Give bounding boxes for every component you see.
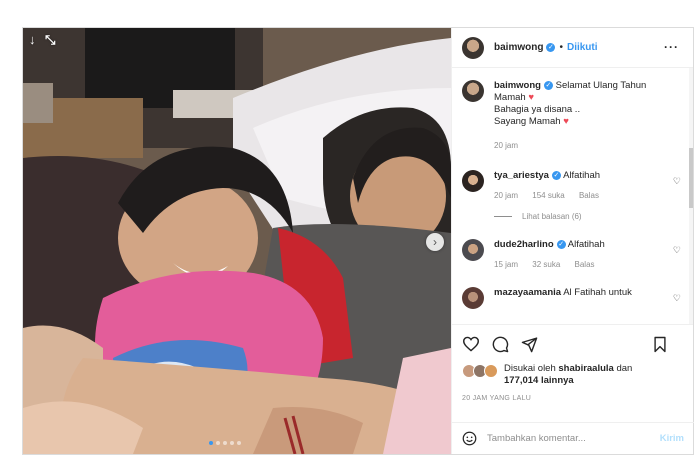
avatar[interactable] <box>462 80 484 102</box>
avatar[interactable] <box>462 170 484 192</box>
carousel-dot <box>223 441 227 445</box>
likes-prefix: Disukai oleh <box>504 363 556 374</box>
liker-username[interactable]: shabiraalula <box>558 363 613 374</box>
liker-avatars <box>462 364 498 378</box>
comment-item: dude2harlino ✓ Alfatihah 15 jam 32 suka B… <box>462 239 683 271</box>
divider <box>494 216 512 217</box>
verified-icon: ✓ <box>551 170 561 180</box>
post-photo[interactable]: ↓ ⤡ › <box>23 28 451 454</box>
carousel-dot <box>230 441 234 445</box>
likes-suffix[interactable]: lainnya <box>541 375 574 386</box>
comment-text: Alfatihah <box>567 239 605 250</box>
comment-likes[interactable]: 32 suka <box>532 260 560 269</box>
heart-icon[interactable] <box>462 336 480 352</box>
share-icon[interactable] <box>521 336 538 353</box>
post-comment-button[interactable]: Kirim <box>660 433 684 444</box>
view-replies-button[interactable]: Lihat balasan (6) <box>494 212 683 221</box>
post-header: baimwong ✓ • Diikuti ··· <box>452 28 693 68</box>
caption-username[interactable]: baimwong <box>494 80 541 91</box>
author-username[interactable]: baimwong <box>494 42 543 53</box>
carousel-indicator <box>209 441 241 445</box>
comment-heart-icon[interactable]: ♡ <box>673 245 681 256</box>
caption-time: 20 jam <box>494 141 519 150</box>
avatar[interactable] <box>462 287 484 309</box>
reply-button[interactable]: Balas <box>579 191 599 200</box>
comment-heart-icon[interactable]: ♡ <box>673 293 681 304</box>
comment-time: 20 jam <box>494 191 519 200</box>
avatar[interactable] <box>462 36 484 59</box>
comment-likes[interactable]: 154 suka <box>532 191 564 200</box>
bookmark-icon[interactable] <box>653 336 667 353</box>
comment-item: mazayaamania Al Fatihah untuk ♡ <box>462 287 683 309</box>
comment-text: Al Fatihah untuk <box>563 287 632 298</box>
comment-input[interactable]: Tambahkan komentar... <box>487 433 660 444</box>
post-side-panel: baimwong ✓ • Diikuti ··· baimwong ✓ Selam… <box>451 28 694 454</box>
likes-summary: Disukai oleh shabiraalula dan 177,014 la… <box>462 363 683 387</box>
avatar <box>484 364 498 378</box>
comment-time: 15 jam <box>494 260 519 269</box>
post-dialog: ↓ ⤡ › baimwong ✓ • Diikuti ··· baimwong … <box>22 27 694 455</box>
carousel-dot <box>237 441 241 445</box>
comment-heart-icon[interactable]: ♡ <box>673 176 681 187</box>
view-replies-label: Lihat balasan (6) <box>522 212 582 221</box>
next-arrow-icon[interactable]: › <box>426 233 444 251</box>
heart-emoji-icon: ♥ <box>563 116 569 127</box>
verified-icon: ✓ <box>556 239 566 249</box>
separator-dot: • <box>559 42 563 53</box>
verified-icon: ✓ <box>543 80 553 90</box>
collapse-icon[interactable]: ⤡ <box>45 32 55 48</box>
verified-icon: ✓ <box>546 43 556 52</box>
photo-illustration <box>23 28 451 454</box>
comment-icon[interactable] <box>492 336 509 353</box>
post-time[interactable]: 20 JAM YANG LALU <box>462 395 683 402</box>
scrollbar-thumb[interactable] <box>689 148 693 208</box>
carousel-dot <box>216 441 220 445</box>
more-icon[interactable]: ··· <box>664 40 679 54</box>
emoji-icon[interactable] <box>462 431 477 446</box>
heart-emoji-icon: ♥ <box>528 92 534 103</box>
likes-connector: dan <box>616 363 633 374</box>
download-icon[interactable]: ↓ <box>29 32 36 47</box>
comments-list[interactable]: baimwong ✓ Selamat Ulang Tahun Mamah ♥ Ba… <box>452 68 693 324</box>
comment-username[interactable]: dude2harlino <box>494 239 554 250</box>
add-comment-bar: Tambahkan komentar... Kirim <box>452 422 694 454</box>
post-actions: Disukai oleh shabiraalula dan 177,014 la… <box>452 324 693 422</box>
comment-username[interactable]: mazayaamania <box>494 287 561 298</box>
caption: baimwong ✓ Selamat Ulang Tahun Mamah ♥ Ba… <box>462 80 683 152</box>
comment-item: tya_ariestya ✓ Alfatihah 20 jam 154 suka … <box>462 170 683 202</box>
likes-count[interactable]: 177,014 <box>504 375 538 386</box>
avatar[interactable] <box>462 239 484 261</box>
reply-button[interactable]: Balas <box>575 260 595 269</box>
carousel-dot <box>209 441 213 445</box>
comment-username[interactable]: tya_ariestya <box>494 170 549 181</box>
comments-scrollbar[interactable] <box>689 68 693 324</box>
comment-text: Alfatihah <box>563 170 601 181</box>
caption-line-3: Sayang Mamah <box>494 116 561 127</box>
caption-line-2: Bahagia ya disana .. <box>494 104 581 115</box>
follow-status-button[interactable]: Diikuti <box>567 42 598 53</box>
